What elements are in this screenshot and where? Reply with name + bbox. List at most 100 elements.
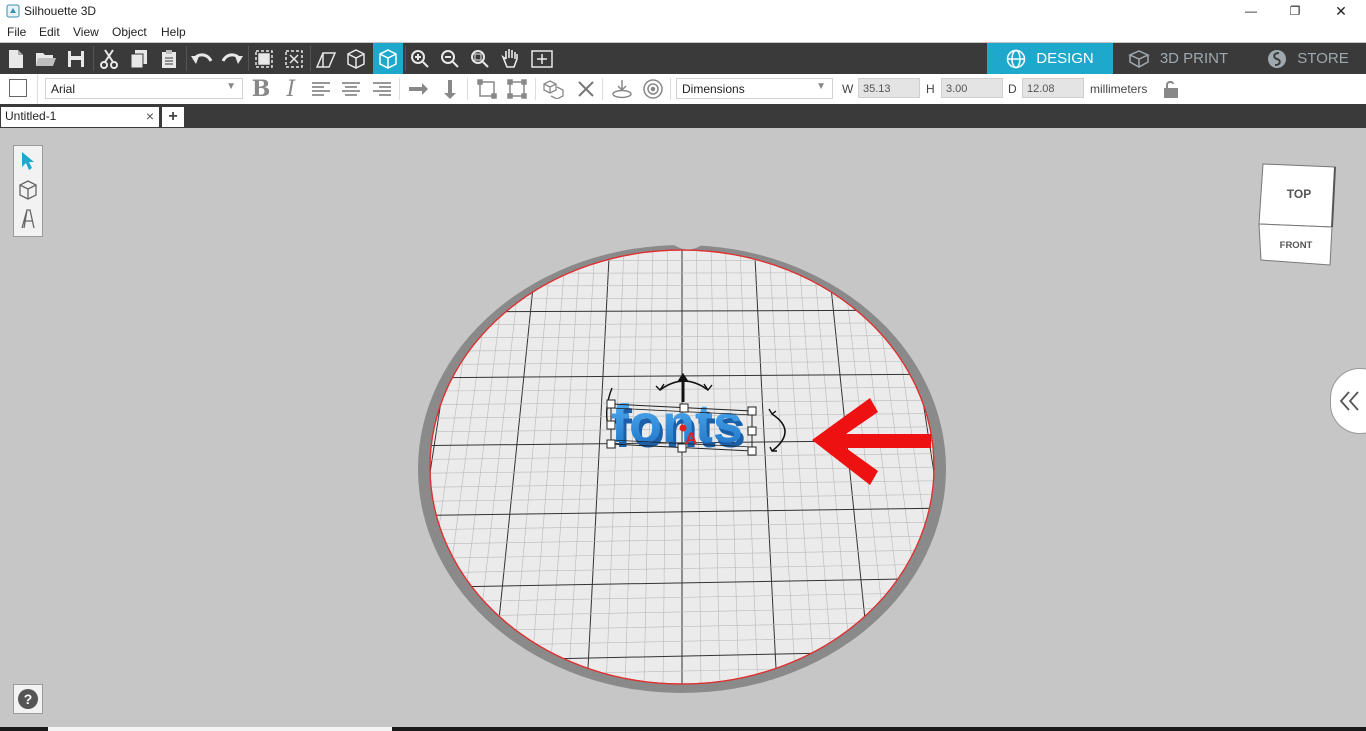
- new-file-icon: [9, 50, 23, 68]
- resize-handle: [606, 399, 616, 409]
- view-3d-solid-button[interactable]: [373, 43, 403, 74]
- resize-icon: [507, 79, 527, 99]
- open-file-button[interactable]: [33, 46, 59, 72]
- flip-horizontal-button[interactable]: [406, 77, 430, 101]
- save-button[interactable]: [63, 46, 89, 72]
- align-center-button[interactable]: [339, 77, 363, 101]
- extrude-button[interactable]: [313, 46, 339, 72]
- delete-button[interactable]: [574, 77, 598, 101]
- document-tab[interactable]: Untitled-1 ×: [1, 107, 159, 127]
- italic-button[interactable]: I: [279, 77, 303, 102]
- align-right-button[interactable]: [370, 77, 394, 101]
- flip-vertical-button[interactable]: [438, 77, 462, 101]
- width-field[interactable]: 35.13: [858, 78, 920, 98]
- scale-button[interactable]: [475, 77, 499, 101]
- drop-to-bed-button[interactable]: [610, 77, 634, 101]
- width-label: W: [842, 82, 854, 96]
- menu-file[interactable]: File: [7, 25, 26, 39]
- align-left-icon: [312, 82, 330, 96]
- restore-icon: ❐: [1289, 4, 1301, 18]
- font-select-value: Arial: [51, 82, 76, 96]
- ungroup-icon: [285, 50, 303, 68]
- group-button[interactable]: [251, 46, 277, 72]
- zoom-in-button[interactable]: [407, 46, 433, 72]
- close-window-button[interactable]: ✕: [1318, 0, 1364, 22]
- duplicate-3d-button[interactable]: [542, 77, 566, 101]
- font-select[interactable]: Arial ▼: [45, 78, 243, 99]
- save-icon: [68, 51, 84, 67]
- window-title: Silhouette 3D: [24, 4, 97, 18]
- folder-icon: [36, 53, 56, 66]
- fit-page-button[interactable]: [529, 46, 555, 72]
- resize-handle: [679, 403, 689, 413]
- text-toolbar: Arial ▼ B I Dimensions ▼ W 35.13 H 3.00 …: [0, 74, 1366, 105]
- scale-icon: [477, 79, 497, 99]
- print-bed-view[interactable]: fonts fonts A: [0, 128, 1366, 731]
- tab-design[interactable]: DESIGN: [987, 43, 1113, 74]
- depth-field[interactable]: 12.08: [1022, 78, 1084, 98]
- bold-button[interactable]: B: [249, 76, 273, 102]
- document-tabs-bar: Untitled-1 × +: [0, 104, 1366, 128]
- paste-button[interactable]: [156, 46, 182, 72]
- delete-x-icon: [578, 81, 594, 97]
- zoom-in-icon: [411, 50, 429, 68]
- close-icon: ✕: [1335, 2, 1347, 19]
- view-cube-front-label[interactable]: FRONT: [1280, 240, 1313, 251]
- pan-button[interactable]: [497, 46, 523, 72]
- text-tool-button[interactable]: [17, 206, 39, 232]
- tool-panel: [13, 145, 43, 237]
- cut-button[interactable]: [96, 46, 122, 72]
- tab-store[interactable]: STORE: [1253, 43, 1363, 74]
- resize-handle: [606, 439, 616, 449]
- cube-solid-icon: [379, 48, 397, 69]
- undo-icon: [191, 53, 213, 64]
- tab-3d-print[interactable]: 3D PRINT: [1113, 43, 1243, 74]
- zoom-fit-button[interactable]: [467, 46, 493, 72]
- cube-outline-icon: [347, 49, 365, 69]
- minimize-button[interactable]: —: [1228, 0, 1274, 22]
- menu-bar: File Edit View Object Help: [0, 22, 1366, 42]
- main-toolbar: DESIGN 3D PRINT STORE: [0, 43, 1366, 74]
- redo-icon: [221, 53, 243, 64]
- fill-color-swatch[interactable]: [9, 79, 27, 97]
- menu-help[interactable]: Help: [161, 25, 186, 39]
- zoom-fit-icon: [471, 50, 489, 68]
- resize-handle: [747, 446, 757, 456]
- taskbar-edge: [0, 727, 1366, 731]
- new-tab-button[interactable]: +: [162, 107, 184, 127]
- center-on-bed-button[interactable]: [641, 77, 665, 101]
- menu-object[interactable]: Object: [112, 25, 147, 39]
- help-button[interactable]: ?: [13, 684, 43, 714]
- view-cube-top-label[interactable]: TOP: [1287, 187, 1311, 201]
- globe-icon: [1006, 49, 1026, 68]
- new-file-button[interactable]: [3, 46, 29, 72]
- menu-edit[interactable]: Edit: [39, 25, 60, 39]
- resize-button[interactable]: [505, 77, 529, 101]
- group-icon: [255, 50, 273, 68]
- close-tab-icon[interactable]: ×: [146, 108, 154, 124]
- target-icon: [643, 79, 663, 99]
- height-field[interactable]: 3.00: [941, 78, 1003, 98]
- text-3d-icon: [21, 209, 35, 229]
- tab-design-label: DESIGN: [1036, 50, 1094, 67]
- units-label: millimeters: [1090, 82, 1148, 96]
- view-cube[interactable]: TOP FRONT: [1254, 160, 1340, 270]
- menu-view[interactable]: View: [73, 25, 99, 39]
- text-anchor-marker: A: [685, 429, 697, 448]
- align-left-button[interactable]: [309, 77, 333, 101]
- view-mode-select[interactable]: Dimensions ▼: [676, 78, 833, 99]
- shape-tool-button[interactable]: [17, 177, 39, 203]
- select-tool-button[interactable]: [17, 148, 39, 174]
- undo-button[interactable]: [189, 46, 215, 72]
- flip-vertical-icon: [444, 80, 456, 99]
- chevron-down-icon: ▼: [226, 81, 236, 92]
- view-3d-wire-button[interactable]: [343, 46, 369, 72]
- copy-button[interactable]: [126, 46, 152, 72]
- design-canvas[interactable]: fonts fonts A: [0, 128, 1366, 731]
- ungroup-button[interactable]: [281, 46, 307, 72]
- lock-open-icon[interactable]: [1163, 80, 1179, 98]
- redo-button[interactable]: [219, 46, 245, 72]
- restore-button[interactable]: ❐: [1272, 0, 1318, 22]
- scissors-icon: [100, 49, 118, 69]
- zoom-out-button[interactable]: [437, 46, 463, 72]
